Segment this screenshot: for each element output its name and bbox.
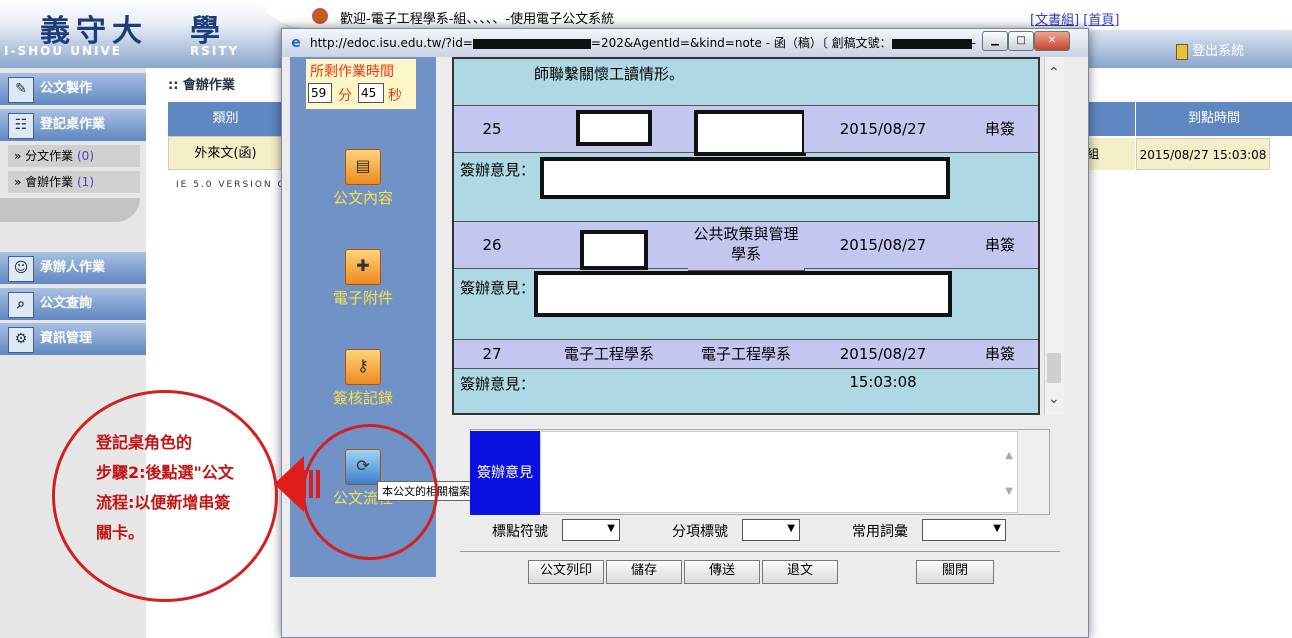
attachment-icon[interactable]: ✚ [345,249,381,285]
table-scrollbar[interactable]: ⌃ ⌄ [1044,57,1064,415]
top-links: [文書組] [首頁] [1030,9,1119,28]
redacted-unit [576,110,652,146]
logout-button[interactable]: 登出系統 [1176,40,1244,60]
menu-sign-record[interactable]: 簽核記錄 [290,387,436,408]
annotation-circle-target [302,424,438,560]
redacted-doc-no [891,38,972,49]
row-time: 2015/08/27 14:53:48 [804,106,963,184]
doc-content-icon[interactable]: ▤ [345,149,381,185]
opinion-text: 師聯繫關懷工讀情形。 [534,65,685,83]
ie-icon: e [291,35,301,51]
row-number: 25 [454,106,531,153]
timer-minutes: 59 [308,83,332,103]
sidebar-item-doc-make[interactable]: ✎ 公文製作 [0,73,146,105]
close-button[interactable]: 關閉 [916,560,994,584]
item-number-label: 分項標號 [672,524,728,540]
opinion-textarea[interactable]: ▲ ▼ [540,431,1018,513]
annotation-arrow-icon [274,456,304,512]
logout-icon [1176,43,1188,60]
logo-english-tail: RSITY [190,44,240,58]
common-phrase-select[interactable]: ▼ [922,519,1006,541]
textarea-scroll-up-icon[interactable]: ▲ [1005,450,1013,461]
version-note: IE 5.0 VERSION OR [176,180,295,190]
sidebar-item-info-manage[interactable]: ⚙ 資訊管理 [0,323,146,355]
row-type: 串簽 [962,340,1038,369]
timer-seconds-unit: 秒 [388,88,402,104]
column-header-unit [1087,102,1135,136]
column-header-arrive-time: 到點時間 [1136,102,1292,136]
sidebar-subitem-cosign[interactable]: » 會辦作業 (1) [8,171,140,193]
row-opinion-label: 簽辦意見： [460,375,536,393]
doc-make-icon: ✎ [8,77,34,103]
menu-doc-content[interactable]: 公文內容 [290,187,436,208]
opinion-label: 簽辦意見 [470,431,540,515]
table-cell-unit: 組 [1087,138,1135,170]
redacted-opinion [534,271,952,317]
sidebar-subitem-dispatch[interactable]: » 分文作業 (0) [8,145,140,167]
divider [460,551,1060,552]
punctuation-label: 標點符號 [492,524,548,540]
scroll-up-icon[interactable]: ⌃ [1048,65,1060,81]
redacted-person [694,110,806,156]
annotation-text: 登記桌角色的 步驟2:後點選"公文 流程:以便新增串簽 關卡。 [96,433,234,542]
timer-label: 所剩作業時間 [310,64,394,80]
link-docs-office[interactable]: [文書組] [1030,13,1079,28]
column-header-category: 類別 [168,102,283,136]
redacted-opinion [540,157,950,199]
user-avatar-icon [312,8,328,28]
annotation-arrow-tail [302,470,320,498]
info-manage-icon: ⚙ [8,327,34,353]
row-unit [530,106,689,153]
sidebar-item-handler[interactable]: ☺ 承辦人作業 [0,252,146,284]
sidebar-curve [0,198,140,222]
row-type: 串簽 [962,222,1038,269]
minimize-button[interactable]: ▁ [982,31,1008,51]
sign-record-table: 師聯繫關懷工讀情形。 25 2015/08/27 14:53:48 串簽 簽辦意… [452,57,1040,415]
logo-english: I-SHOU UNIVE [4,44,122,58]
popup-title-bar: e http://edoc.isu.edu.tw/?id= =202&AgentI… [282,29,1088,57]
save-button[interactable]: 儲存 [606,560,682,584]
table-cell-category[interactable]: 外來文(函) [168,136,283,170]
row-person: 電子工程學系 [688,340,805,369]
timer-seconds: 45 [358,83,384,103]
timer-minutes-unit: 分 [338,88,352,104]
punctuation-select[interactable]: ▼ [562,519,620,541]
table-cell-arrive-time: 2015/08/27 15:03:08 [1136,138,1270,170]
textarea-scroll-down-icon[interactable]: ▼ [1005,486,1013,497]
scroll-thumb[interactable] [1047,353,1061,383]
link-home[interactable]: [首頁] [1083,13,1119,28]
handler-icon: ☺ [8,256,34,282]
sidebar-item-register-desk[interactable]: ☷ 登記桌作業 [0,109,146,141]
register-desk-icon: ☷ [8,113,34,139]
doc-search-icon: ⌕ [8,292,34,318]
common-phrase-label: 常用詞彙 [852,524,908,540]
item-number-select[interactable]: ▼ [742,519,800,541]
row-person: 公共政策與管理學系 [688,222,805,271]
row-number: 26 [454,222,531,269]
row-number: 27 [454,340,531,369]
row-unit [530,222,689,270]
row-person [688,106,806,156]
print-button[interactable]: 公文列印 [528,560,604,584]
close-window-button[interactable]: ✕ [1034,31,1070,51]
menu-attachment[interactable]: 電子附件 [290,287,436,308]
section-title: :: 會辦作業 [168,78,235,93]
redacted-id [472,38,591,49]
row-time: 2015/08/27 15:03:08 [804,222,963,300]
popup-url: http://edoc.isu.edu.tw/?id= =202&AgentId=… [310,36,977,50]
sign-record-icon[interactable]: ⚷ [345,349,381,385]
maximize-button[interactable]: □ [1008,31,1034,51]
redacted-unit [580,230,648,270]
row-time: 2015/08/27 15:03:08 [804,340,963,391]
scroll-down-icon[interactable]: ⌄ [1048,391,1060,407]
return-button[interactable]: 退文 [762,560,838,584]
row-unit: 電子工程學系 [530,340,689,369]
welcome-text: 歡迎-電子工程學系-組、、、、、-使用電子公文系統 [340,12,615,27]
sidebar-item-doc-search[interactable]: ⌕ 公文查詢 [0,288,146,320]
row-type: 串簽 [962,106,1038,153]
send-button[interactable]: 傳送 [684,560,760,584]
